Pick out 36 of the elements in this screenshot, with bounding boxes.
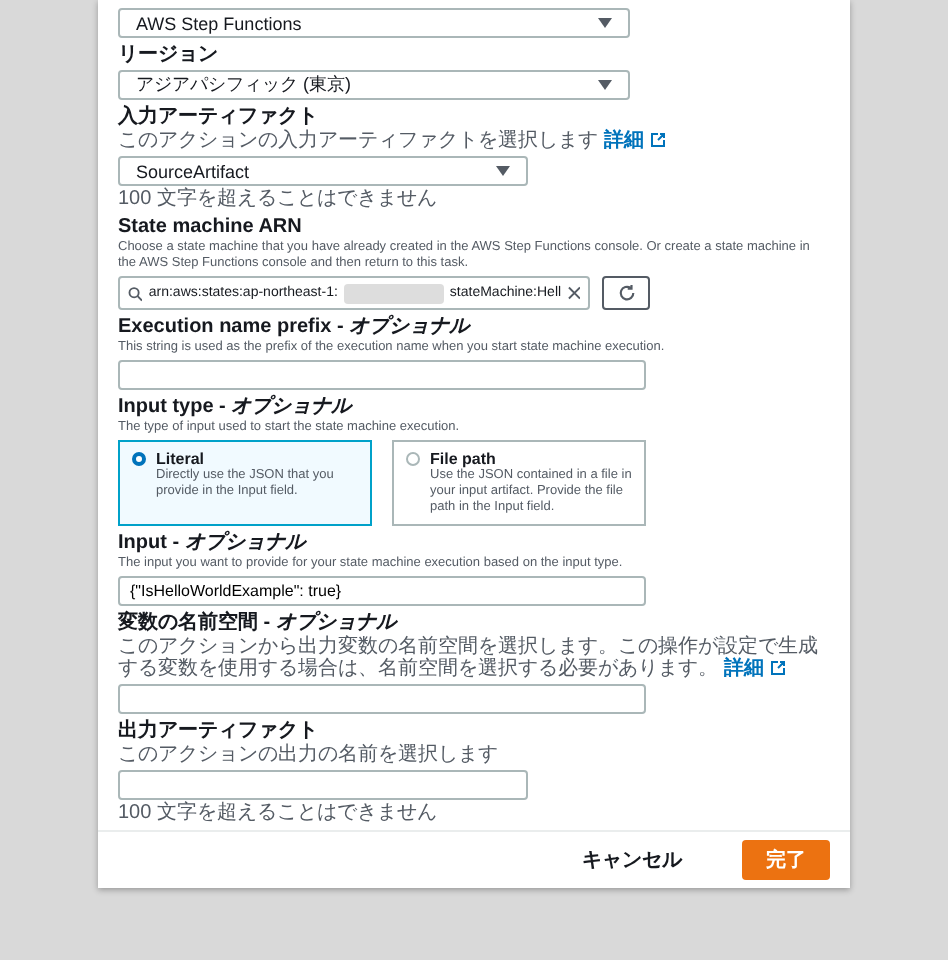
field-label: State machine ARN [118,216,304,238]
refresh-icon [617,284,635,302]
caret-icon [496,166,510,176]
radio-button[interactable] [132,452,146,466]
input-field[interactable] [118,684,646,714]
option-title: Literal [156,450,207,468]
field-label: 変数の名前空間 - オプショナル [118,612,400,634]
field-label: Input type - オプショナル [118,396,355,418]
input-field[interactable]: {"IsHelloWorldExample": true} [118,576,646,606]
external-link-icon [769,660,786,676]
input-field[interactable] [118,770,528,800]
field-description: このアクションから出力変数の名前空間を選択します。この操作が設定で生成する変数を使用する場合は、名前空間を選択する必要があります。 詳細 [118,636,820,680]
select-field[interactable]: アジアパシフィック (東京) [118,70,630,100]
close-icon[interactable] [567,286,580,300]
refresh-button[interactable] [602,276,650,310]
option-title: File path [430,450,498,468]
field-description: このアクションの出力の名前を選択します [118,744,500,766]
field-label: 出力アーティファクト [118,720,320,742]
field-label: Input - オプショナル [118,532,309,554]
field-label: リージョン [118,44,220,66]
search-icon [128,285,143,301]
select-field[interactable]: AWS Step Functions [118,8,630,38]
field-description: このアクションの入力アーティファクトを選択します 詳細 [118,130,830,152]
caret-icon [598,18,612,28]
details-link[interactable]: 詳細 [603,130,644,152]
field-hint: 100 文字を超えることはできません [118,802,439,824]
field-hint: 100 文字を超えることはできません [118,188,439,210]
select-field[interactable]: SourceArtifact [118,156,528,186]
field-label: Execution name prefix - オプショナル [118,316,473,338]
cancel-button[interactable]: キャンセル [558,840,706,880]
input-field[interactable] [118,360,646,390]
field-label: 入力アーティファクト [118,106,320,128]
details-link[interactable]: 詳細 [723,658,764,680]
caret-icon [598,80,612,90]
radio-button[interactable] [406,452,420,466]
external-link-icon [649,132,666,148]
